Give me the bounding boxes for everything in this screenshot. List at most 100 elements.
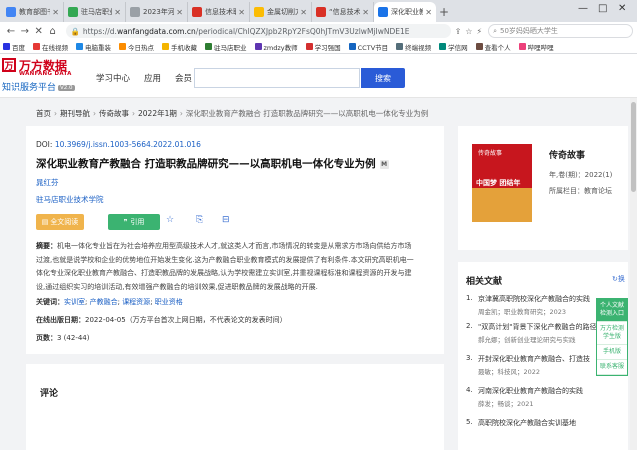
close-window-button[interactable]: ✕ [618,3,626,14]
favorite-star-icon[interactable]: ☆ [166,215,174,225]
home-button[interactable]: ⌂ [46,26,60,37]
url-field[interactable]: 🔒 https://d. wanfangdata.com.cn/periodica… [65,24,451,38]
nav-learning-center[interactable]: 学习中心 [96,72,130,84]
nav-membership[interactable]: 会员 [175,72,192,84]
tab-close-icon[interactable]: ✕ [238,8,245,17]
version-badge: V2.0 [58,84,75,91]
address-bar-row: ← → ✕ ⌂ 🔒 https://d. wanfangdata.com.cn/p… [0,22,637,40]
tab-favicon-icon [192,7,202,17]
related-title: 相关文献 [466,277,503,287]
bookmark-icon [396,43,404,50]
bookmark-item[interactable]: 哔哩哔哩 [518,42,554,52]
stop-reload-button[interactable]: ✕ [32,26,46,37]
doi-link[interactable]: 10.3969/j.issn.1003-5664.2022.01.016 [55,140,201,149]
journal-card: 传奇故事 中国梦 团结年 传奇故事 年,卷(期)：2022(1) 所属栏目：教育… [458,126,628,250]
bookmark-icon [348,43,356,50]
bookmark-item[interactable]: 手机收藏 [162,42,197,52]
tab-close-icon[interactable]: ✕ [52,8,59,17]
browser-tab-active[interactable]: 深化职业教 ✕ [374,2,436,22]
quote-icon: ❞ [123,218,128,226]
star-icon[interactable]: ☆ [465,27,472,36]
bookmark-item[interactable]: 今日热点 [119,42,154,52]
tab-close-icon[interactable]: ✕ [176,8,183,17]
scrollbar-thumb[interactable] [631,102,636,192]
page-count: 页数：3 (42-44) [36,334,90,342]
tab-close-icon[interactable]: ✕ [300,8,307,17]
keyword-link[interactable]: 实训室 [64,298,85,306]
export-icon[interactable]: ⊟ [222,215,230,225]
forward-button[interactable]: → [18,26,32,37]
bookmark-item[interactable]: 驻马店职业 [205,42,247,52]
browser-tab[interactable]: 驻马店职业✕ [64,2,126,22]
browser-search-box[interactable]: ⌕ 50岁妈妈晒大学生 [488,24,633,38]
mark-badge[interactable]: M [379,159,389,169]
bookmark-item[interactable]: 终端视频 [396,42,431,52]
browser-tab[interactable]: 金属切削刀✕ [250,2,312,22]
search-button[interactable]: 搜索 [361,68,405,88]
browser-tab[interactable]: “信息技术 ✕ [312,2,374,22]
browser-tab[interactable]: 教育部图书✕ [2,2,64,22]
breadcrumb-journal[interactable]: 传奇故事 [99,109,129,118]
tab-favicon-icon [68,7,78,17]
keywords: 关键词：实训室; 产教融合; 课程资源; 职业资格 [36,298,183,306]
float-student-check[interactable]: 万方检测学生版 [597,322,627,345]
bookmark-icon [119,43,126,50]
site-search-input[interactable] [194,68,360,88]
breadcrumb-current: 深化职业教育产教融合 打造职教品牌研究——以高职机电一体化专业为例 [185,109,429,118]
comments-card: 评论 [26,364,444,450]
float-mobile[interactable]: 手机版 [597,345,627,360]
tab-favicon-icon [254,7,264,17]
float-contact-service[interactable]: 联系客服 [597,360,627,375]
article-title: 深化职业教育产教融合 打造职教品牌研究——以高职机电一体化专业为例 M [36,158,389,170]
extension-icon[interactable]: ⚡ [476,27,482,36]
bookmark-item[interactable]: 电脑重装 [76,42,111,52]
floating-side-panel: 个人文献检测入口 万方检测学生版 手机版 联系客服 [596,298,628,376]
refresh-related-button[interactable]: ↻换 [612,274,625,284]
new-tab-button[interactable]: + [436,2,452,22]
breadcrumb-journals[interactable]: 期刊导航 [60,109,90,118]
maximize-button[interactable]: □ [598,3,607,14]
cover-slogan: 中国梦 团结年 [476,179,521,187]
abstract: 摘要：机电一体化专业旨在为社会培养应用型高级技术人才,就这类人才而言,市场情况的… [36,242,414,291]
read-fulltext-button[interactable]: ▤ 全文阅读 [36,214,84,230]
bookmark-item[interactable]: 在线视频 [33,42,68,52]
bookmark-icon [518,43,526,50]
journal-cover[interactable]: 传奇故事 中国梦 团结年 [472,144,532,222]
share-icon[interactable]: ⎘ [196,215,203,225]
bookmarks-bar: 百度 在线视频 电脑重装 今日热点 手机收藏 驻马店职业 zmdzy教师 学习强… [0,40,637,54]
cite-button[interactable]: ❞ 引用 [108,214,160,230]
minimize-button[interactable]: — [578,3,588,14]
author-link[interactable]: 晁红芬 [36,177,59,188]
document-icon: ▤ [41,218,49,226]
bookmark-item[interactable]: 查看个人 [475,42,511,52]
back-button[interactable]: ← [4,26,18,37]
bookmark-item[interactable]: 学信网 [439,42,468,52]
page-scrollbar[interactable] [630,98,637,450]
keyword-link[interactable]: 职业资格 [155,298,183,306]
browser-tab[interactable]: 2023年河 ✕ [126,2,188,22]
bookmark-icon [475,43,483,50]
cover-title: 传奇故事 [478,150,503,157]
tab-close-icon[interactable]: ✕ [114,8,121,17]
breadcrumb-home[interactable]: 首页 [36,109,51,118]
doi: DOI: 10.3969/j.issn.1003-5664.2022.01.01… [36,140,201,149]
keyword-link[interactable]: 产教融合 [90,298,118,306]
share-icon[interactable]: ⇪ [455,27,462,36]
float-plagiarism-check[interactable]: 个人文献检测入口 [597,299,627,322]
nav-apps[interactable]: 应用 [144,72,161,84]
browser-tab[interactable]: 信息技术职✕ [188,2,250,22]
site-nav: 学习中心 应用 会员 [96,72,192,84]
journal-name[interactable]: 传奇故事 [549,148,585,161]
bookmark-icon [205,43,212,50]
tab-close-icon[interactable]: ✕ [362,8,369,17]
organization-link[interactable]: 驻马店职业技术学院 [36,194,104,205]
breadcrumb-issue[interactable]: 2022年1期 [138,109,177,118]
bookmark-item[interactable]: CCTV节目 [348,42,388,52]
wanfang-logo[interactable]: 万 万方数据 WANFANG DATA 知识服务平台 V2.0 [2,58,88,94]
tab-close-icon[interactable]: ✕ [425,8,432,17]
keyword-link[interactable]: 课程资源 [122,298,150,306]
bookmark-item[interactable]: zmdzy教师 [254,42,298,52]
bookmark-item[interactable]: 百度 [3,42,25,52]
bookmark-item[interactable]: 学习强国 [305,42,341,52]
bookmark-icon [439,43,447,50]
